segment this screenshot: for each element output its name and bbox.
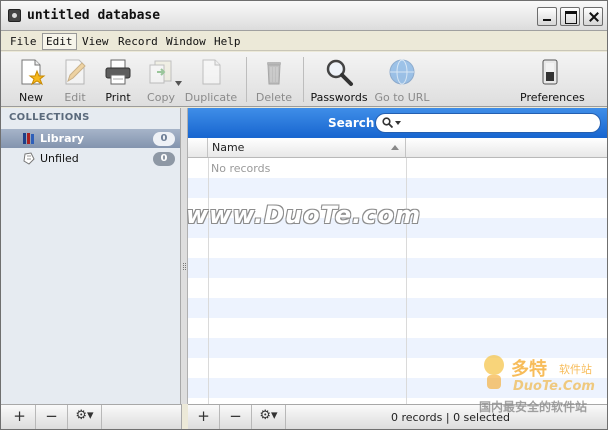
remove-record-button[interactable]: − (220, 405, 252, 429)
sort-ascending-icon (391, 145, 399, 150)
table-row (188, 318, 607, 338)
table-row (188, 238, 607, 258)
passwords-button[interactable]: Passwords (309, 55, 369, 105)
duplicate-document-icon (202, 59, 221, 85)
search-icon[interactable] (382, 117, 393, 128)
unfiled-count-badge: 0 (153, 152, 175, 166)
menu-edit[interactable]: Edit (42, 33, 77, 50)
window-title: untitled database (27, 8, 161, 23)
library-count-badge: 0 (153, 132, 175, 146)
magnifier-icon (326, 59, 353, 86)
duplicate-button[interactable]: Duplicate (181, 55, 241, 105)
splitter-grip-icon (183, 263, 186, 270)
sidebar-item-library[interactable]: Library 0 (1, 129, 180, 148)
table-row (188, 298, 607, 318)
table-row (188, 178, 607, 198)
menu-help[interactable]: Help (211, 34, 244, 49)
new-document-icon (21, 59, 46, 86)
remove-collection-button[interactable]: − (36, 405, 68, 429)
record-action-gear-icon[interactable]: ⚙▾ (252, 405, 286, 429)
unfiled-icon (23, 152, 35, 165)
collections-title: COLLECTIONS (9, 112, 90, 123)
app-window: untitled database File Edit View Record … (0, 0, 608, 430)
delete-button[interactable]: Delete (244, 55, 304, 105)
globe-icon (389, 59, 415, 85)
preferences-button[interactable]: Preferences (520, 55, 585, 105)
toolbar: New Edit Print Copy Duplicate Delete Pas… (1, 52, 607, 107)
collection-action-gear-icon[interactable]: ⚙▾ (68, 405, 102, 429)
search-bar: Search (188, 108, 607, 138)
column-divider (406, 158, 407, 404)
go-to-url-button[interactable]: Go to URL (372, 55, 432, 105)
search-label: Search (328, 116, 375, 130)
collections-sidebar: COLLECTIONS Library 0 Unfiled 0 (1, 108, 181, 404)
menu-view[interactable]: View (79, 34, 112, 49)
table-row (188, 278, 607, 298)
minimize-button[interactable] (537, 7, 557, 26)
menu-record[interactable]: Record (115, 34, 161, 49)
column-divider (208, 158, 209, 404)
trash-icon (267, 62, 281, 85)
menu-file[interactable]: File (7, 34, 40, 49)
switch-icon (542, 59, 558, 85)
search-options-chevron-icon[interactable] (395, 121, 401, 125)
column-header-flag[interactable] (188, 138, 208, 157)
menu-bar: File Edit View Record Window Help (1, 32, 607, 51)
column-header-name[interactable]: Name (208, 138, 406, 157)
maximize-button[interactable] (560, 7, 580, 26)
table-header: Name (188, 138, 607, 158)
title-bar[interactable]: untitled database (1, 1, 607, 31)
watermark-text: www.DuoTe.com (186, 201, 421, 229)
pane-splitter[interactable] (181, 108, 188, 404)
printer-icon (105, 59, 131, 85)
toolbar-separator (303, 57, 304, 102)
add-record-button[interactable]: + (188, 405, 220, 429)
sidebar-item-unfiled[interactable]: Unfiled 0 (1, 149, 180, 168)
watermark-logo: 多特 软件站 DuoTe.Com 国内最安全的软件站 (479, 353, 607, 415)
sidebar-bottom-bar: + − ⚙▾ (1, 404, 182, 429)
empty-table-text: No records (211, 162, 271, 175)
close-button[interactable] (583, 7, 603, 26)
search-input[interactable] (375, 113, 601, 133)
app-icon[interactable] (8, 9, 21, 22)
add-collection-button[interactable]: + (4, 405, 36, 429)
table-row (188, 258, 607, 278)
copy-icon (149, 60, 172, 84)
menu-window[interactable]: Window (163, 34, 209, 49)
pencil-icon (65, 59, 86, 85)
library-books-icon (23, 133, 34, 144)
mascot-icon (484, 355, 504, 389)
